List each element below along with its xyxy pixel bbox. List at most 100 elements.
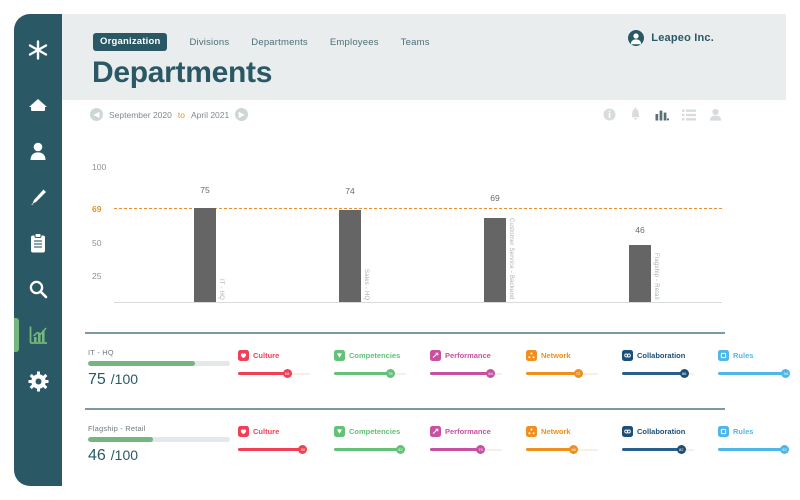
slider-knob[interactable]: 70 — [476, 445, 485, 454]
bar-category-label: Flagship - Retail — [653, 253, 659, 300]
competencies-icon — [334, 426, 345, 437]
bar-value: 46 — [620, 225, 660, 235]
brand[interactable]: Leapeo Inc. — [628, 30, 714, 46]
culture-icon — [238, 426, 249, 437]
slider-knob[interactable]: 94 — [781, 369, 790, 378]
date-range-separator: to — [178, 110, 185, 120]
bell-icon[interactable] — [629, 107, 642, 126]
person-icon — [29, 141, 47, 161]
sidebar-item-settings[interactable] — [14, 358, 62, 404]
nav-item-teams[interactable]: Teams — [401, 37, 430, 48]
metric-slider[interactable]: 72 — [526, 369, 598, 378]
page-title: Departments — [92, 56, 272, 90]
metric-slider[interactable]: 66 — [526, 445, 598, 454]
metric-slider[interactable]: 78 — [334, 369, 406, 378]
sidebar-item-people[interactable] — [14, 128, 62, 174]
divider — [85, 332, 725, 334]
chevron-left-icon[interactable]: ◀ — [90, 108, 103, 121]
department-progress-fill — [88, 361, 195, 366]
nav-item-divisions[interactable]: Divisions — [189, 37, 229, 48]
metric-slider[interactable]: 90 — [238, 445, 310, 454]
metric-label: Performance — [445, 427, 491, 436]
metric-label: Competencies — [349, 351, 400, 360]
nav-item-departments[interactable]: Departments — [251, 37, 308, 48]
y-tick-25: 25 — [92, 271, 114, 281]
score-value: 75 — [88, 371, 106, 389]
bar-it-hq[interactable] — [194, 208, 216, 302]
slider-knob[interactable]: 82 — [677, 445, 686, 454]
person-icon[interactable] — [709, 108, 722, 126]
slider-knob[interactable]: 78 — [386, 369, 395, 378]
bar-flagship-retail[interactable] — [629, 245, 651, 302]
y-tick-50: 50 — [92, 238, 114, 248]
bar-category-label: IT - HQ — [218, 279, 224, 300]
divider — [85, 408, 725, 410]
metric-label: Culture — [253, 351, 279, 360]
network-icon — [526, 350, 537, 361]
y-tick-threshold: 69 — [92, 204, 114, 214]
sidebar-item-reports[interactable] — [14, 220, 62, 266]
metric-slider[interactable]: 68 — [238, 369, 310, 378]
culture-icon — [238, 350, 249, 361]
metric-culture: Culture 90 — [238, 426, 310, 454]
slider-knob[interactable]: 86 — [680, 369, 689, 378]
metric-slider[interactable]: 84 — [430, 369, 502, 378]
metric-list: Culture 68 Competencies — [238, 350, 790, 378]
brand-name: Leapeo Inc. — [651, 32, 714, 44]
info-icon[interactable] — [603, 108, 616, 126]
metric-label: Culture — [253, 427, 279, 436]
top-navigation: Organization Divisions Departments Emplo… — [93, 33, 430, 51]
department-progress-track — [88, 437, 230, 442]
bar-customer-service-backend[interactable] — [484, 218, 506, 302]
list-icon[interactable] — [682, 108, 696, 126]
sidebar — [14, 14, 62, 486]
metric-collaboration: Collaboration 82 — [622, 426, 694, 454]
sidebar-item-analytics[interactable] — [14, 312, 62, 358]
metric-competencies: Competencies 78 — [334, 350, 406, 378]
performance-icon — [430, 350, 441, 361]
rules-icon — [718, 426, 729, 437]
sidebar-item-edit[interactable] — [14, 174, 62, 220]
metric-slider[interactable]: 86 — [622, 369, 694, 378]
nav-item-employees[interactable]: Employees — [330, 37, 379, 48]
slider-knob[interactable]: 72 — [574, 369, 583, 378]
metric-slider[interactable]: 92 — [718, 445, 790, 454]
metric-slider[interactable]: 92 — [334, 445, 406, 454]
sidebar-item-home[interactable] — [14, 82, 62, 128]
slider-knob[interactable]: 68 — [283, 369, 292, 378]
user-circle-icon — [628, 30, 644, 46]
metric-slider[interactable]: 94 — [718, 369, 790, 378]
department-row: Flagship - Retail 46 /100 Culture 90 — [88, 424, 728, 465]
sidebar-item-search[interactable] — [14, 266, 62, 312]
metric-competencies: Competencies 92 — [334, 426, 406, 454]
slider-knob[interactable]: 92 — [396, 445, 405, 454]
home-icon — [28, 96, 48, 114]
metric-rules: Rules 94 — [718, 350, 790, 378]
nav-item-organization[interactable]: Organization — [93, 33, 167, 51]
asterisk-logo-icon[interactable] — [14, 28, 62, 72]
slider-knob[interactable]: 84 — [486, 369, 495, 378]
collaboration-icon — [622, 350, 633, 361]
collaboration-icon — [622, 426, 633, 437]
chevron-right-icon[interactable]: ▶ — [235, 108, 248, 121]
score-denominator: /100 — [111, 371, 138, 387]
bar-category-label: Sales - HQ — [363, 269, 369, 300]
metric-list: Culture 90 Competencies — [238, 426, 790, 454]
department-row: IT - HQ 75 /100 Culture 68 — [88, 348, 728, 389]
department-progress-fill — [88, 437, 153, 442]
metric-slider[interactable]: 82 — [622, 445, 694, 454]
metric-label: Competencies — [349, 427, 400, 436]
slider-knob[interactable]: 66 — [569, 445, 578, 454]
slider-knob[interactable]: 90 — [298, 445, 307, 454]
active-indicator — [14, 318, 19, 352]
date-range-selector: ◀ September 2020 to April 2021 ▶ — [90, 108, 248, 121]
bar-chart-icon[interactable] — [655, 108, 669, 126]
date-range-start[interactable]: September 2020 — [109, 110, 172, 120]
metric-slider[interactable]: 70 — [430, 445, 502, 454]
metric-network: Network 66 — [526, 426, 598, 454]
metric-collaboration: Collaboration 86 — [622, 350, 694, 378]
date-range-end[interactable]: April 2021 — [191, 110, 229, 120]
gear-icon — [28, 371, 49, 392]
slider-knob[interactable]: 92 — [780, 445, 789, 454]
bar-sales-hq[interactable] — [339, 210, 361, 302]
